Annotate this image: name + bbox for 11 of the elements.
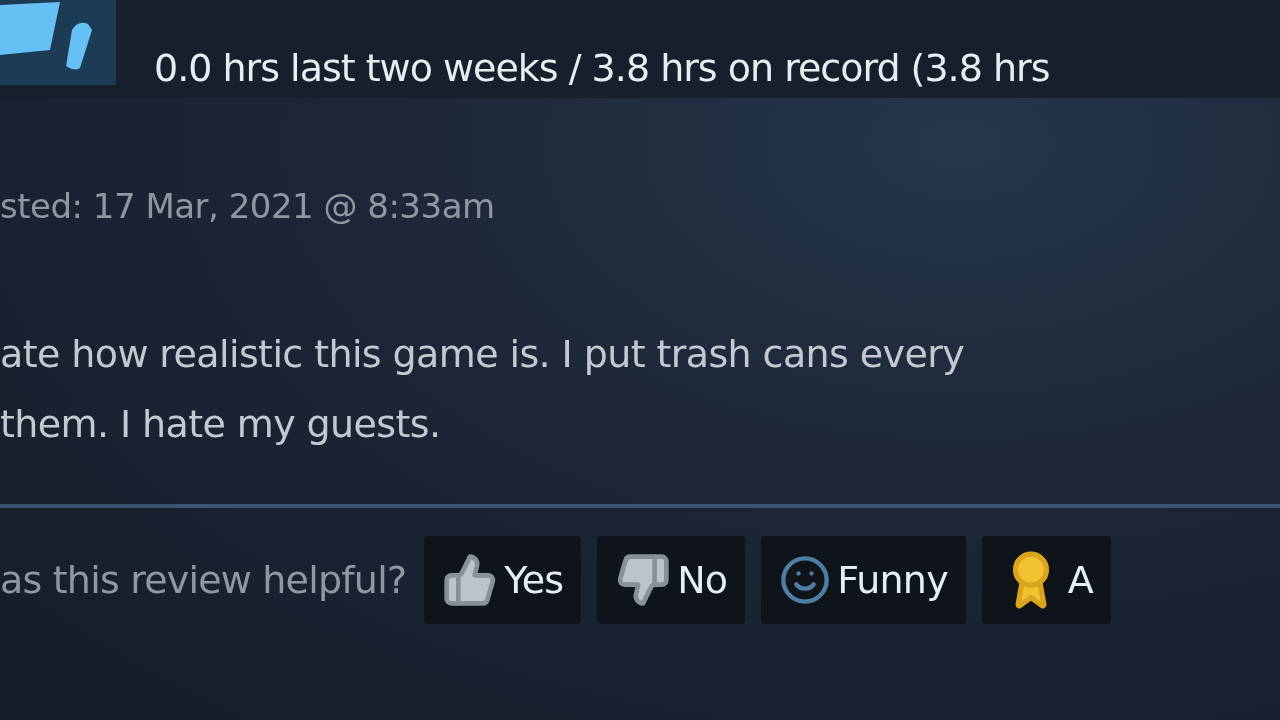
thumbs-down-icon: [615, 552, 672, 608]
review-text: them. I hate my guests.: [0, 401, 442, 448]
yes-button[interactable]: Yes: [424, 536, 582, 624]
award-button[interactable]: A: [981, 536, 1112, 624]
smile-icon: [779, 554, 832, 606]
review-text: ate how realistic this game is. I put trash cans every: [0, 331, 966, 378]
posted-date: sted: 17 Mar, 2021 @ 8:33am: [0, 186, 496, 226]
funny-button[interactable]: Funny: [761, 536, 966, 624]
helpful-prompt: as this review helpful?: [0, 558, 407, 602]
no-button[interactable]: No: [597, 536, 746, 624]
playtime-text: 0.0 hrs last two weeks / 3.8 hrs on record (3.8 hrs: [154, 46, 1050, 92]
